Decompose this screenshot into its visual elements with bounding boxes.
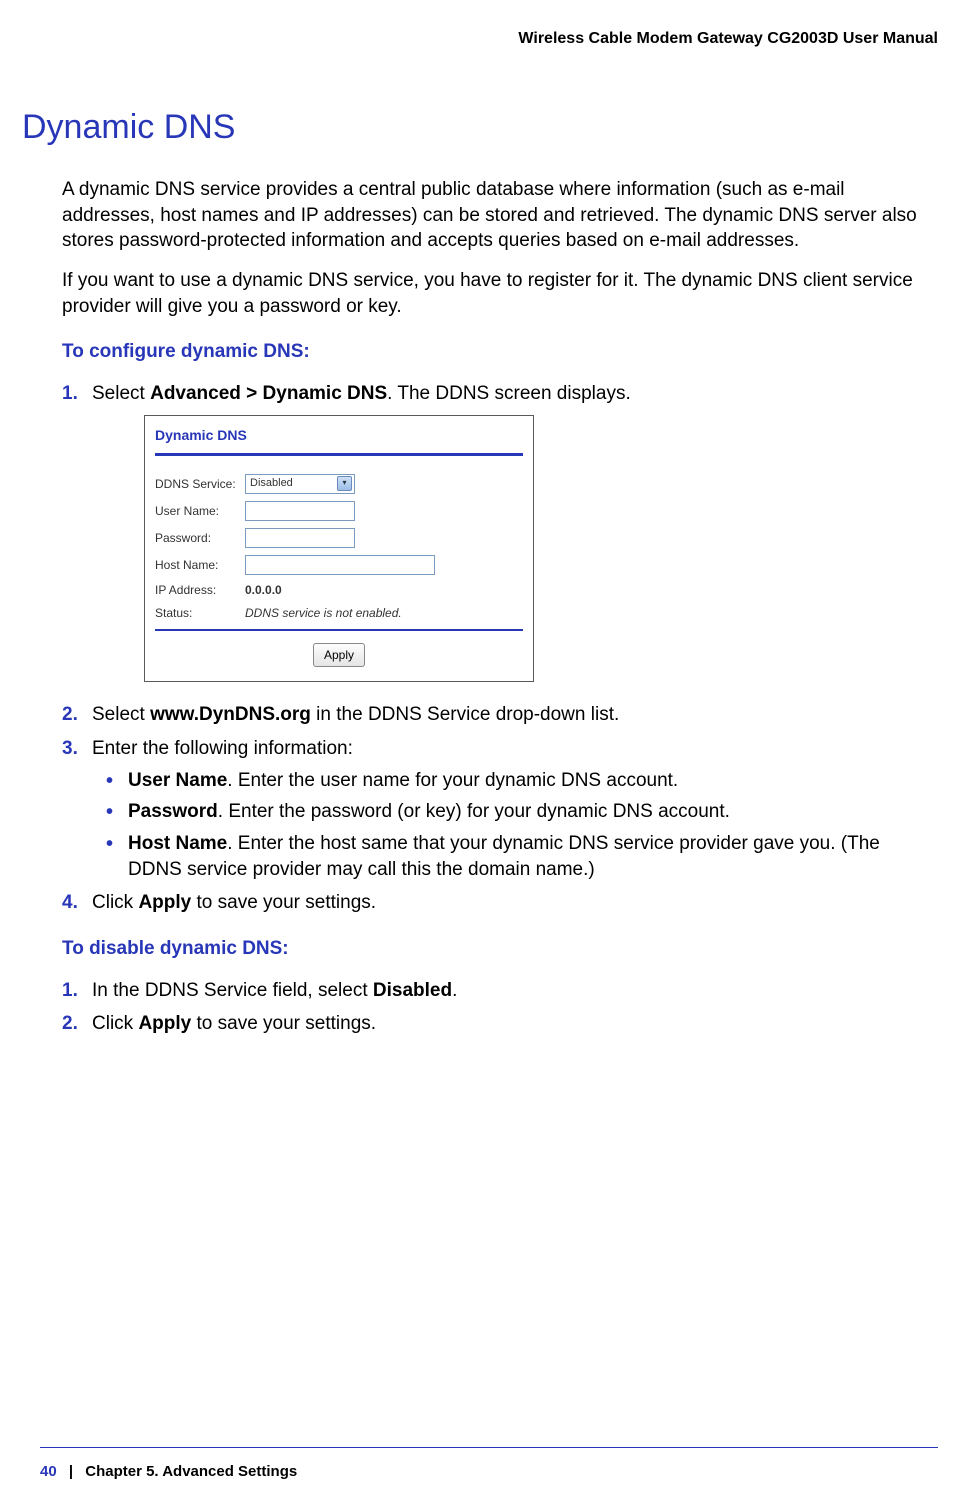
sub-text: . Enter the user name for your dynamic D…	[227, 770, 678, 791]
chevron-down-icon: ▾	[337, 476, 352, 491]
step-number: 3.	[62, 736, 78, 762]
page-footer: 40 | Chapter 5. Advanced Settings	[40, 1463, 297, 1480]
steps-disable: 1. In the DDNS Service field, select Dis…	[62, 978, 938, 1037]
value-ip-address: 0.0.0.0	[245, 582, 282, 598]
step-text-pre: Select	[92, 383, 150, 404]
value-status: DDNS service is not enabled.	[245, 605, 402, 621]
row-user-name: User Name:	[155, 501, 523, 521]
step-text-bold: Apply	[138, 892, 191, 913]
select-value: Disabled	[250, 476, 293, 491]
select-ddns-service[interactable]: Disabled ▾	[245, 474, 355, 494]
ddns-screenshot: Dynamic DNS DDNS Service: Disabled ▾ Use…	[144, 415, 534, 682]
sub-text: . Enter the host same that your dynamic …	[128, 833, 880, 880]
step-text-post: in the DDNS Service drop-down list.	[311, 704, 619, 725]
label-user-name: User Name:	[155, 503, 245, 519]
row-host-name: Host Name:	[155, 555, 523, 575]
document-header-title: Wireless Cable Modem Gateway CG2003D Use…	[40, 30, 938, 48]
screenshot-divider-2	[155, 629, 523, 631]
input-host-name[interactable]	[245, 555, 435, 575]
step-text-pre: Select	[92, 704, 150, 725]
input-user-name[interactable]	[245, 501, 355, 521]
step-1: 1. Select Advanced > Dynamic DNS. The DD…	[62, 381, 938, 682]
row-ddns-service: DDNS Service: Disabled ▾	[155, 474, 523, 494]
bullet-icon: •	[106, 768, 113, 795]
step-text-post: to save your settings.	[191, 1013, 376, 1034]
step-text-post: . The DDNS screen displays.	[387, 383, 631, 404]
label-ddns-service: DDNS Service:	[155, 476, 245, 492]
footer-rule	[40, 1447, 938, 1448]
step-4: 4. Click Apply to save your settings.	[62, 890, 938, 916]
footer-chapter: Chapter 5. Advanced Settings	[85, 1463, 297, 1480]
subheading-disable: To disable dynamic DNS:	[62, 938, 938, 960]
label-password: Password:	[155, 530, 245, 546]
step-text-pre: Click	[92, 1013, 138, 1034]
step-2: 2. Select www.DynDNS.org in the DDNS Ser…	[62, 702, 938, 728]
step-text-bold: www.DynDNS.org	[150, 704, 311, 725]
sub-host-name: • Host Name. Enter the host same that yo…	[96, 831, 938, 882]
sub-bold: Host Name	[128, 833, 227, 854]
bullet-icon: •	[106, 831, 113, 858]
label-ip-address: IP Address:	[155, 582, 245, 598]
bullet-icon: •	[106, 799, 113, 826]
screenshot-divider	[155, 453, 523, 456]
label-host-name: Host Name:	[155, 557, 245, 573]
paragraph-intro-1: A dynamic DNS service provides a central…	[62, 177, 928, 254]
step-3-sublist: • User Name. Enter the user name for you…	[96, 768, 938, 883]
step-text-bold: Disabled	[373, 980, 452, 1001]
steps-configure: 1. Select Advanced > Dynamic DNS. The DD…	[62, 381, 938, 916]
sub-bold: Password	[128, 801, 218, 822]
disable-step-1: 1. In the DDNS Service field, select Dis…	[62, 978, 938, 1004]
step-text-bold: Apply	[138, 1013, 191, 1034]
step-number: 2.	[62, 1011, 78, 1037]
section-heading: Dynamic DNS	[22, 108, 938, 147]
sub-bold: User Name	[128, 770, 227, 791]
input-password[interactable]	[245, 528, 355, 548]
sub-text: . Enter the password (or key) for your d…	[218, 801, 730, 822]
step-number: 4.	[62, 890, 78, 916]
step-text-bold: Advanced > Dynamic DNS	[150, 383, 387, 404]
sub-password: • Password. Enter the password (or key) …	[96, 799, 938, 825]
step-number: 1.	[62, 381, 78, 407]
paragraph-intro-2: If you want to use a dynamic DNS service…	[62, 268, 928, 319]
screenshot-title: Dynamic DNS	[155, 422, 523, 453]
label-status: Status:	[155, 605, 245, 621]
apply-button[interactable]: Apply	[313, 643, 365, 667]
step-number: 2.	[62, 702, 78, 728]
step-number: 1.	[62, 978, 78, 1004]
step-text-post: to save your settings.	[191, 892, 376, 913]
step-text-post: .	[452, 980, 457, 1001]
footer-separator: |	[61, 1463, 81, 1480]
row-status: Status: DDNS service is not enabled.	[155, 605, 523, 621]
sub-user-name: • User Name. Enter the user name for you…	[96, 768, 938, 794]
disable-step-2: 2. Click Apply to save your settings.	[62, 1011, 938, 1037]
step-text: Enter the following information:	[92, 738, 353, 759]
step-text-pre: Click	[92, 892, 138, 913]
page-number: 40	[40, 1463, 57, 1480]
subheading-configure: To configure dynamic DNS:	[62, 341, 938, 363]
step-3: 3. Enter the following information: • Us…	[62, 736, 938, 882]
row-ip-address: IP Address: 0.0.0.0	[155, 582, 523, 598]
step-text-pre: In the DDNS Service field, select	[92, 980, 373, 1001]
row-password: Password:	[155, 528, 523, 548]
